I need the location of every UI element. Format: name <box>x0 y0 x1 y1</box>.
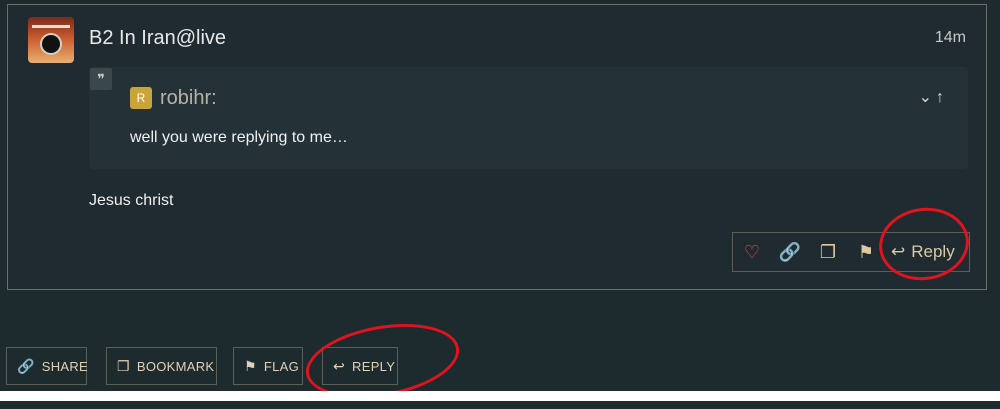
chevron-down-icon[interactable]: ⌄ <box>919 89 936 106</box>
share-label: SHARE <box>41 358 89 374</box>
bookmark-icon: ❐ <box>117 357 130 374</box>
page-bottom-strip <box>0 391 1000 401</box>
quote-icon: ❞ <box>90 68 112 90</box>
arrow-up-icon[interactable]: ↑ <box>936 89 948 106</box>
link-icon[interactable]: 🔗 <box>771 242 809 263</box>
author-name[interactable]: B2 In Iran@live <box>89 27 226 50</box>
post-body: Jesus christ <box>89 192 174 209</box>
link-icon: 🔗 <box>17 357 35 374</box>
bookmark-icon[interactable]: ❐ <box>809 242 847 263</box>
flag-button[interactable]: ⚑ FLAG <box>233 347 303 385</box>
heart-icon[interactable]: ♡ <box>733 242 771 263</box>
share-button[interactable]: 🔗 SHARE <box>6 347 89 385</box>
author-avatar[interactable] <box>28 17 74 63</box>
quote-text: well you were replying to me… <box>130 129 348 146</box>
quote-username[interactable]: robihr: <box>160 87 217 110</box>
flag-icon: ⚑ <box>244 357 257 374</box>
post-card: B2 In Iran@live 14m R robihr: ⌄↑ well yo… <box>7 4 987 290</box>
quote-block: R robihr: ⌄↑ well you were replying to m… <box>89 67 968 169</box>
quote-controls: ⌄↑ <box>919 87 948 107</box>
flag-label: FLAG <box>263 358 300 374</box>
quote-avatar[interactable]: R <box>130 87 152 109</box>
bookmark-label: BOOKMARK <box>136 358 215 374</box>
post-time[interactable]: 14m <box>935 29 966 47</box>
bookmark-button[interactable]: ❐ BOOKMARK <box>106 347 217 385</box>
